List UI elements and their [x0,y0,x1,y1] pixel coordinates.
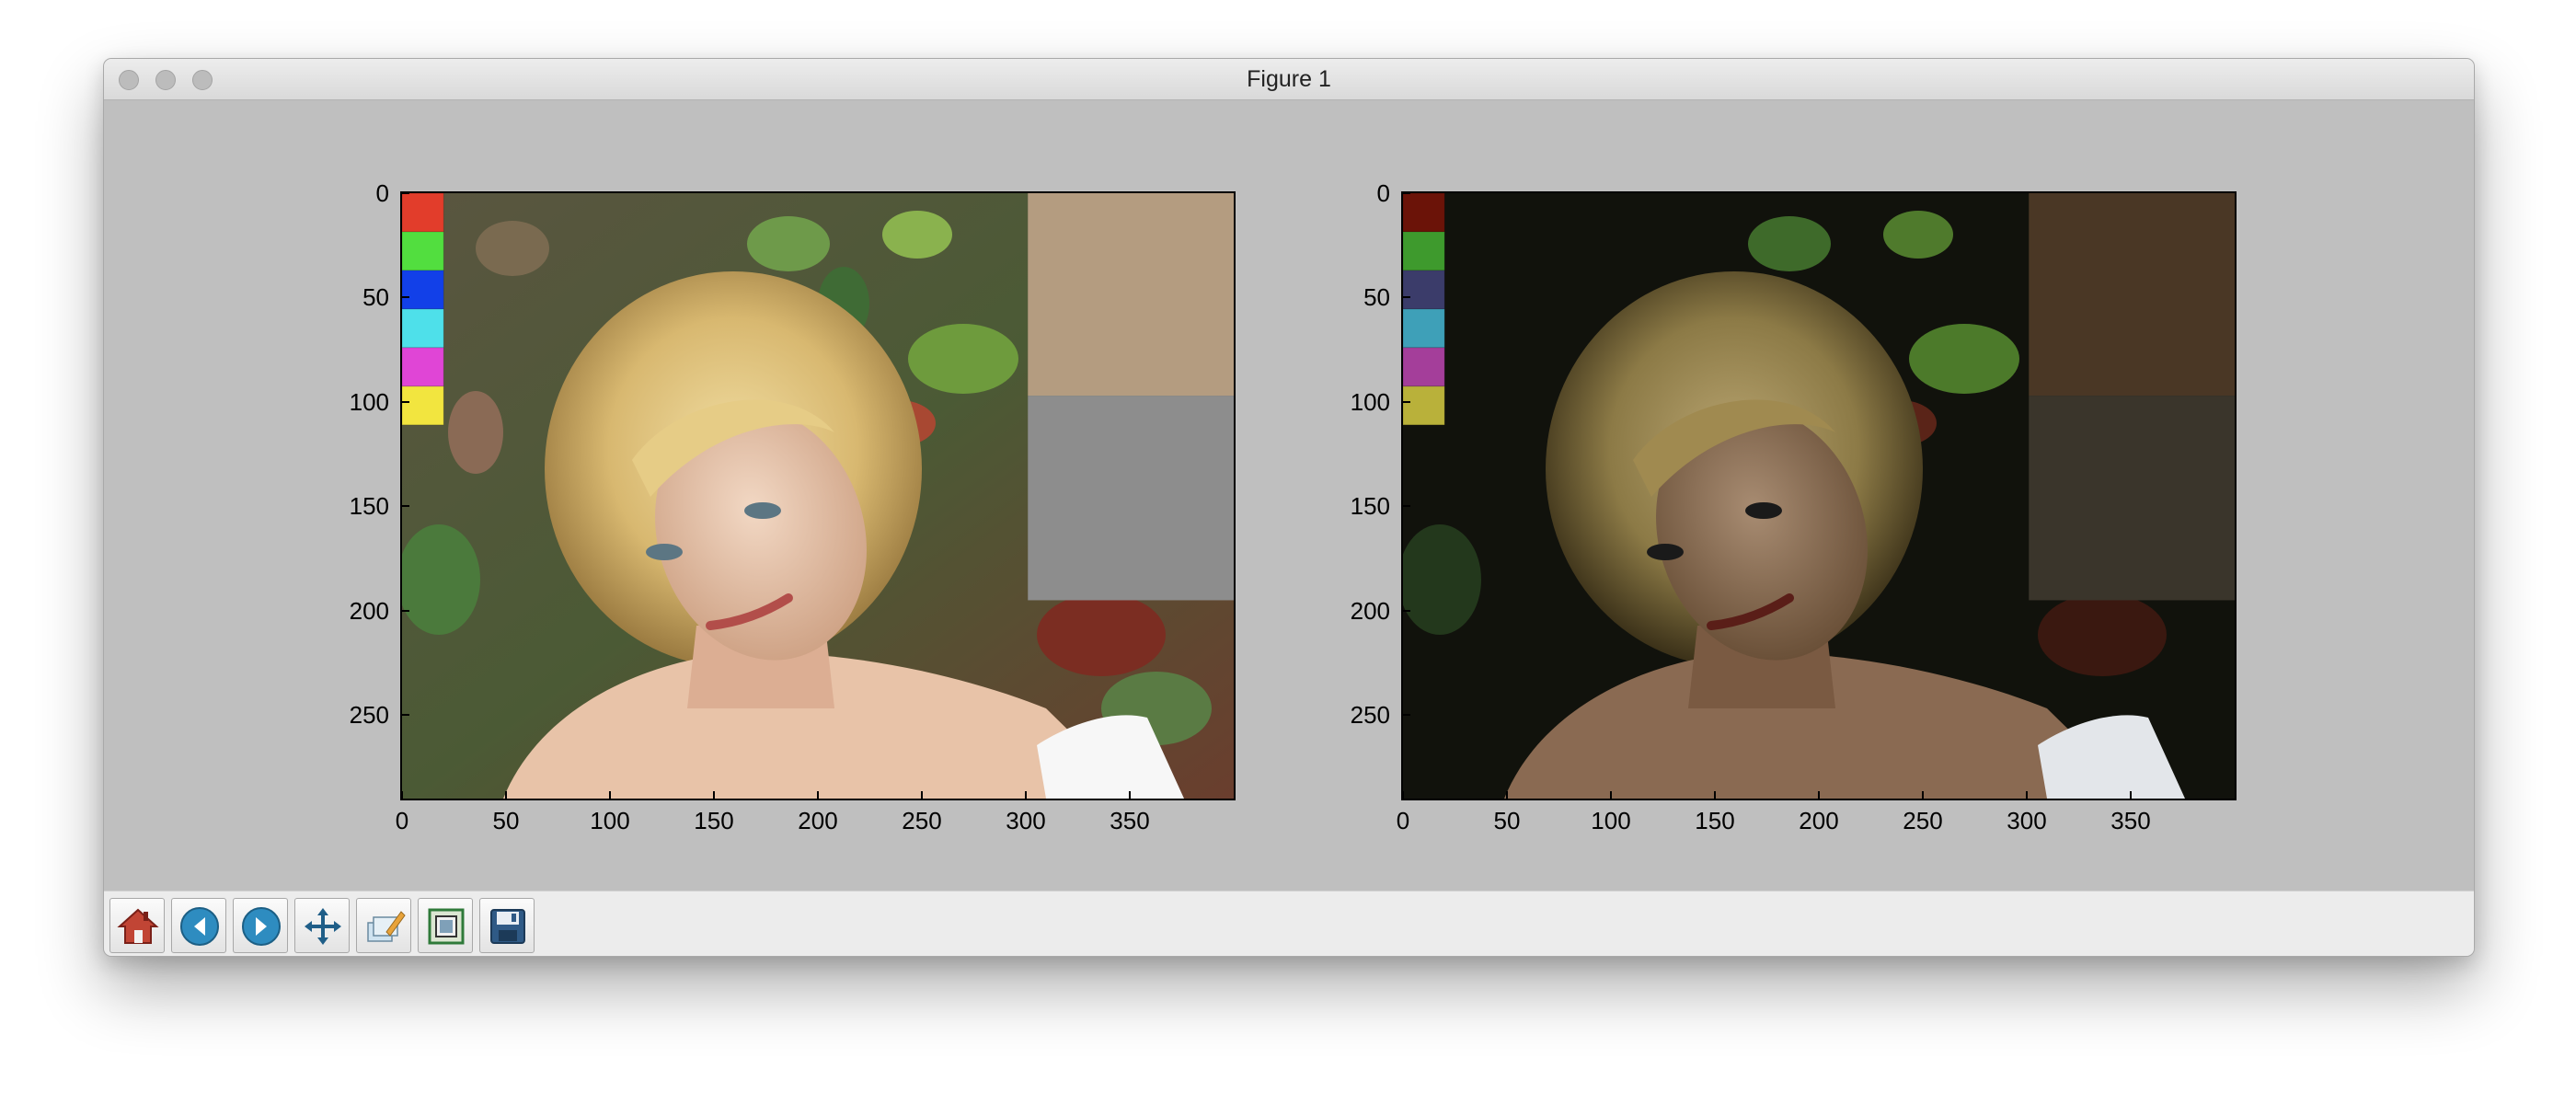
back-button[interactable] [171,898,226,953]
y-tick-mark [1403,505,1410,508]
x-tick-label: 200 [798,807,838,834]
figure-canvas[interactable]: 0 50 100 150 200 250 0 50 100 150 200 250 300 350 0 50 1… [104,100,2474,891]
title-bar: Figure 1 [104,59,2474,100]
x-tick-label: 150 [1695,807,1735,834]
color-swatch-5 [1403,385,1445,426]
x-tick-mark [713,791,715,799]
color-swatch-5 [402,385,444,426]
y-tick-label: 200 [349,596,389,625]
x-tick-label: 250 [902,807,942,834]
x-tick-mark [2026,791,2028,799]
pan-icon [305,908,341,945]
home-button[interactable] [109,898,165,953]
y-tick-mark [1403,400,1410,403]
color-swatch-3 [402,308,444,349]
left-image [402,193,1234,799]
x-tick-label: 350 [1110,807,1150,834]
x-tick-mark [1025,791,1027,799]
mean-color-patch-top [2029,193,2235,397]
y-tick-label: 150 [349,492,389,521]
x-tick-mark [1129,791,1131,799]
x-tick-label: 300 [1006,807,1046,834]
color-swatch-4 [1403,347,1445,387]
x-tick-label: 150 [694,807,734,834]
x-tick-label: 0 [1396,807,1410,834]
home-icon [117,908,159,944]
y-tick-mark [402,296,409,299]
x-tick-mark [921,791,923,799]
x-tick-mark [1610,791,1612,799]
x-tick-mark [401,791,403,799]
forward-icon [242,907,281,946]
y-tick-label: 50 [1363,283,1390,312]
forward-button[interactable] [233,898,288,953]
y-tick-label: 0 [375,179,389,207]
x-tick-mark [1402,791,1404,799]
color-swatch-2 [402,270,444,310]
color-swatch-1 [402,231,444,271]
left-image-axes[interactable] [400,191,1236,800]
y-tick-mark [1403,609,1410,612]
x-tick-label: 50 [1493,807,1521,834]
save-button[interactable] [479,898,535,953]
x-tick-mark [2130,791,2132,799]
y-tick-mark [402,505,409,508]
x-tick-label: 50 [492,807,520,834]
color-swatch-1 [1403,231,1445,271]
right-image [1403,193,2235,799]
back-icon [180,907,219,946]
y-tick-label: 100 [349,387,389,416]
color-swatch-2 [1403,270,1445,310]
y-tick-mark [402,609,409,612]
x-tick-mark [817,791,819,799]
right-image-axes[interactable] [1401,191,2237,800]
x-tick-mark [505,791,507,799]
zoom-rect-icon [428,908,465,945]
window-title: Figure 1 [1247,66,1331,92]
y-tick-label: 250 [349,701,389,730]
x-tick-label: 0 [395,807,409,834]
mean-color-patch-top [1028,193,1234,397]
x-tick-label: 350 [2110,807,2151,834]
x-tick-label: 100 [590,807,630,834]
y-tick-mark [1403,714,1410,717]
x-tick-mark [1818,791,1820,799]
x-tick-mark [1714,791,1716,799]
color-swatch-4 [402,347,444,387]
x-tick-label: 250 [1903,807,1943,834]
x-tick-mark [1922,791,1924,799]
x-tick-label: 100 [1591,807,1631,834]
color-swatch-0 [402,193,444,233]
x-tick-mark [1506,791,1508,799]
x-tick-label: 200 [1799,807,1839,834]
zoom-rect-button[interactable] [418,898,473,953]
mean-color-patch-bottom [2029,396,2235,601]
y-tick-label: 200 [1350,596,1390,625]
y-tick-label: 250 [1350,701,1390,730]
y-tick-label: 100 [1350,387,1390,416]
pan-button[interactable] [294,898,350,953]
color-swatch-0 [1403,193,1445,233]
y-tick-label: 50 [362,283,389,312]
color-swatch-3 [1403,308,1445,349]
y-tick-mark [402,400,409,403]
x-tick-mark [609,791,611,799]
y-tick-mark [1403,192,1410,194]
y-tick-mark [402,192,409,194]
figure-window: Figure 1 0 50 100 150 200 250 0 50 100 1… [103,58,2475,957]
y-tick-mark [1403,296,1410,299]
y-tick-label: 150 [1350,492,1390,521]
configure-subplots-icon [367,911,406,942]
configure-subplots-button[interactable] [356,898,411,953]
y-tick-mark [402,714,409,717]
y-tick-label: 0 [1376,179,1390,207]
x-tick-label: 300 [2007,807,2047,834]
navigation-toolbar [104,891,2474,956]
mean-color-patch-bottom [1028,396,1234,601]
save-icon [490,909,525,944]
